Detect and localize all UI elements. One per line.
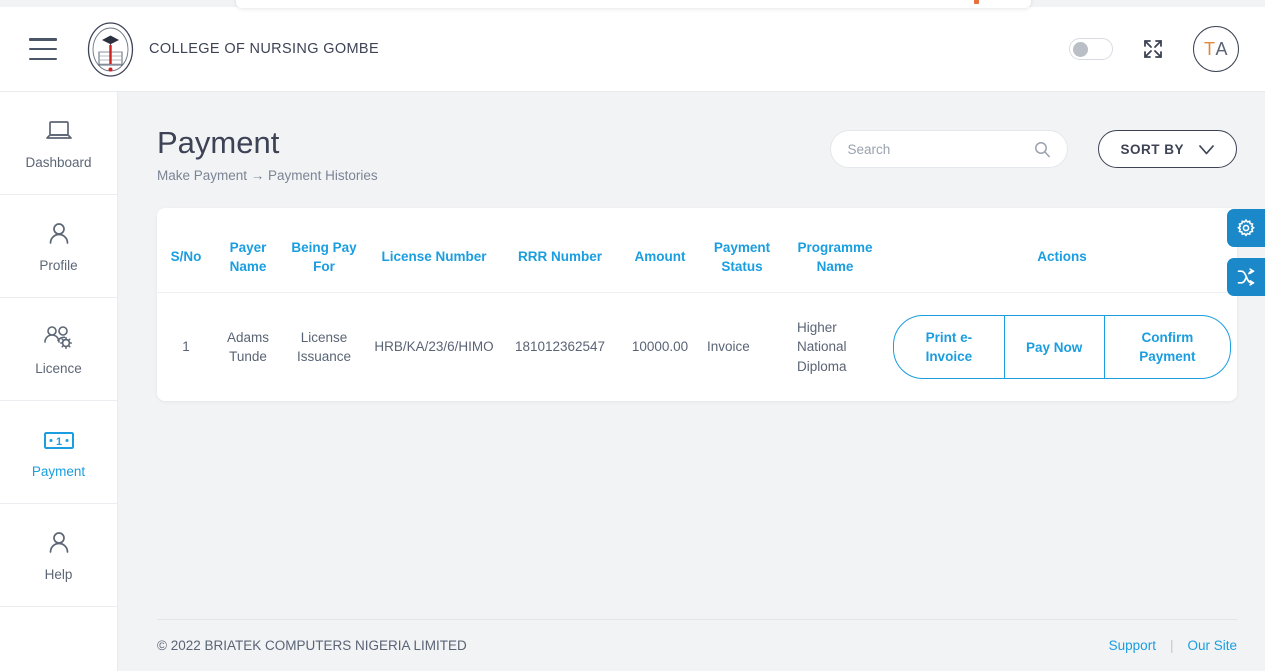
- cell-payer-name: Adams Tunde: [226, 329, 270, 365]
- sidebar-item-licence[interactable]: Licence: [0, 298, 117, 401]
- column-header-amount: Amount: [634, 249, 686, 265]
- header-actions: TA: [1069, 26, 1239, 72]
- page-header: Payment Make Payment → Payment Histories…: [118, 92, 1265, 183]
- hamburger-line: [29, 47, 57, 51]
- footer-links: Support | Our Site: [1109, 638, 1237, 653]
- fullscreen-expand-icon[interactable]: [1141, 37, 1165, 61]
- breadcrumb: Make Payment → Payment Histories: [157, 167, 378, 183]
- chevron-down-icon: [1198, 144, 1215, 154]
- pay-now-button[interactable]: Pay Now: [1003, 316, 1104, 379]
- sidebar-label-dashboard: Dashboard: [25, 155, 92, 170]
- cell-rrr-number: 181012362547: [514, 339, 606, 355]
- cell-sno: 1: [182, 339, 190, 355]
- laptop-icon: [44, 116, 74, 146]
- sidebar-label-licence: Licence: [35, 361, 82, 376]
- footer-separator: |: [1169, 638, 1174, 653]
- payment-table: S/No Payer Name Being Pay For License Nu…: [157, 208, 1237, 402]
- our-site-link[interactable]: Our Site: [1187, 638, 1237, 653]
- row-actions-group: Print e-Invoice Pay Now Confirm Payment: [893, 315, 1231, 380]
- footer-copyright: © 2022 BRIATEK COMPUTERS NIGERIA LIMITED: [157, 638, 467, 653]
- gear-icon: [1237, 218, 1255, 237]
- shuffle-icon: [1237, 268, 1255, 286]
- sidebar-label-payment: Payment: [31, 464, 86, 479]
- table-body: 1 Adams Tunde License Issuance HRB/KA/23…: [157, 293, 1237, 402]
- hamburger-menu-icon[interactable]: [29, 38, 57, 60]
- cell-programme-name: Higher National Diploma: [797, 319, 847, 374]
- sidebar-item-help[interactable]: Help: [0, 504, 117, 607]
- title-block: Payment Make Payment → Payment Histories: [157, 124, 378, 183]
- payment-table-card: S/No Payer Name Being Pay For License Nu…: [157, 207, 1237, 402]
- print-e-invoice-button[interactable]: Print e-Invoice: [894, 316, 1004, 378]
- brand-title: COLLEGE OF NURSING GOMBE: [149, 41, 379, 57]
- column-header-actions: Actions: [1037, 249, 1087, 265]
- top-header-bar: COLLEGE OF NURSING GOMBE TA: [0, 7, 1265, 92]
- svg-text:1: 1: [55, 436, 61, 448]
- sidebar-label-help: Help: [44, 567, 73, 582]
- avatar-initial-first: T: [1203, 38, 1216, 59]
- top-notification-card: [236, 0, 1031, 8]
- table-header: S/No Payer Name Being Pay For License Nu…: [157, 208, 1237, 293]
- hamburger-line: [29, 38, 57, 41]
- page-footer: © 2022 BRIATEK COMPUTERS NIGERIA LIMITED…: [157, 619, 1237, 671]
- column-header-payment-status: Payment Status: [713, 239, 771, 274]
- main-content: Payment Make Payment → Payment Histories…: [118, 92, 1265, 671]
- sidebar-item-payment[interactable]: 1 Payment: [0, 401, 117, 504]
- theme-toggle-switch[interactable]: [1069, 38, 1113, 60]
- column-header-programme-name: Programme Name: [797, 239, 873, 274]
- cell-amount: 10000.00: [631, 339, 689, 355]
- column-header-license-number: License Number: [381, 249, 487, 265]
- cell-license-number: HRB/KA/23/6/HIMO: [374, 339, 494, 355]
- shuffle-tab-button[interactable]: [1227, 258, 1265, 296]
- user-avatar[interactable]: TA: [1193, 26, 1239, 72]
- column-header-rrr-number: RRR Number: [517, 249, 602, 265]
- floating-side-tabs: [1227, 209, 1265, 296]
- page-title: Payment: [157, 125, 280, 160]
- sidebar-label-profile: Profile: [39, 258, 78, 273]
- confirm-payment-button[interactable]: Confirm Payment: [1103, 316, 1230, 379]
- search-icon[interactable]: [1034, 141, 1051, 158]
- table-row: 1 Adams Tunde License Issuance HRB/KA/23…: [157, 293, 1237, 402]
- app-root: COLLEGE OF NURSING GOMBE TA Dashboard Pr…: [0, 0, 1265, 671]
- avatar-initial-second: A: [1215, 38, 1228, 59]
- user-icon: [46, 219, 72, 249]
- cell-being-pay-for: License Issuance: [296, 329, 352, 365]
- toggle-knob: [1073, 41, 1088, 57]
- college-crest-logo: [86, 21, 135, 78]
- settings-tab-button[interactable]: [1227, 209, 1265, 247]
- sort-by-button[interactable]: SORT BY: [1098, 130, 1237, 168]
- column-header-being-pay-for: Being Pay For: [291, 239, 357, 274]
- banknote-icon: 1: [42, 425, 76, 455]
- sort-by-label: SORT BY: [1120, 141, 1184, 157]
- search-input[interactable]: [847, 141, 1035, 157]
- support-link[interactable]: Support: [1109, 638, 1156, 653]
- sidebar-item-profile[interactable]: Profile: [0, 195, 117, 298]
- toast-indicator-dot: [974, 0, 979, 4]
- sidebar-item-dashboard[interactable]: Dashboard: [0, 92, 117, 195]
- hamburger-line: [29, 57, 57, 60]
- cell-actions: Print e-Invoice Pay Now Confirm Payment: [887, 293, 1237, 402]
- header-controls: SORT BY: [830, 124, 1237, 168]
- table-header-row: S/No Payer Name Being Pay For License Nu…: [157, 208, 1237, 293]
- column-header-sno: S/No: [170, 249, 202, 265]
- crest-logo-svg: [87, 21, 134, 77]
- left-sidebar: Dashboard Profile Licence 1 Payment Help: [0, 92, 118, 671]
- cell-payment-status: Invoice: [707, 339, 750, 355]
- users-gear-icon: [43, 322, 75, 352]
- search-box[interactable]: [830, 130, 1069, 168]
- column-header-payer-name: Payer Name: [229, 239, 267, 274]
- user-icon: [46, 528, 72, 558]
